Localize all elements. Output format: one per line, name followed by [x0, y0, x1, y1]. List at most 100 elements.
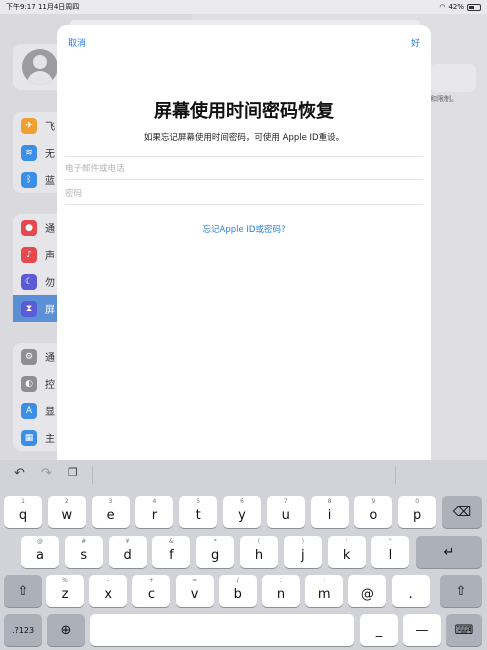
key-x[interactable]: -x — [89, 575, 128, 607]
key-hint: " — [389, 538, 392, 545]
key-m[interactable]: :m — [305, 575, 344, 607]
key-z[interactable]: % z — [46, 575, 84, 607]
key-period[interactable]: . — [391, 575, 430, 607]
key-j[interactable]: ) j — [283, 536, 322, 568]
key-h[interactable]: (h — [240, 536, 278, 568]
sidebar-item[interactable]: ♪ 声 — [13, 241, 63, 268]
forgot-apple-id-link[interactable]: 忘记Apple ID或密码? — [57, 223, 431, 235]
sidebar-item-label: 飞 — [45, 122, 55, 133]
password-field[interactable]: 密码 — [65, 181, 423, 205]
sheet-title: 屏幕使用时间密码恢复 — [154, 101, 334, 122]
sidebar-item-label: 屏 — [45, 305, 55, 316]
key-f[interactable]: & f — [152, 536, 191, 568]
paste-icon[interactable]: ❐ — [68, 466, 78, 479]
key-w[interactable]: 2w — [47, 496, 86, 528]
key-hint: / — [236, 577, 239, 584]
key-label: f — [169, 547, 174, 563]
key-hint: 9 — [371, 498, 376, 505]
undo-icon[interactable]: ↶ — [14, 466, 25, 481]
key-label: ↵ — [443, 544, 455, 560]
key-label: c — [147, 586, 155, 602]
key-q[interactable]: 1q — [4, 496, 42, 528]
key-k[interactable]: ' k — [327, 536, 366, 568]
key-hint: 3 — [108, 498, 113, 505]
settings-group-notifications: ● 通 ♪ 声 ☾ 勿 ⧗ 屏 — [13, 214, 63, 322]
key-a[interactable]: @ a — [21, 536, 59, 568]
key-label: — — [415, 622, 429, 638]
sidebar-item[interactable]: ✈ 飞 — [13, 112, 63, 139]
sidebar-item[interactable]: ▦ 主 — [13, 424, 63, 451]
redo-icon[interactable]: ↷ — [41, 466, 52, 481]
key-d[interactable]: ¥ d — [108, 536, 147, 568]
sidebar-item[interactable]: ◐ 控 — [13, 370, 63, 397]
apple-id-field[interactable]: 电子邮件或电话 — [65, 156, 423, 180]
key-label: k — [342, 547, 351, 563]
ok-button[interactable]: 好 — [411, 36, 420, 49]
battery-icon — [467, 3, 481, 11]
key-p[interactable]: 0p — [398, 496, 437, 528]
space-key[interactable] — [90, 614, 354, 646]
key-o[interactable]: 9o — [354, 496, 393, 528]
settings-group-general: ⚙ 通 ◐ 控 A 显 ▦ 主 — [13, 343, 63, 451]
key-s[interactable]: # s — [64, 536, 103, 568]
key-l[interactable]: " l — [371, 536, 410, 568]
key-v[interactable]: = v — [175, 575, 214, 607]
key-hint: - — [107, 577, 110, 584]
notification-icon: ● — [21, 219, 37, 236]
key-r[interactable]: 4r — [135, 496, 174, 528]
key-label: j — [300, 547, 305, 563]
key-b[interactable]: / b — [218, 575, 257, 607]
key-at[interactable]: @ — [348, 575, 387, 607]
shift-key-right[interactable]: ⇧ — [440, 575, 482, 607]
delete-key[interactable]: ⌫ — [442, 496, 482, 528]
key-hint: 4 — [152, 498, 157, 505]
cancel-button[interactable]: 取消 — [68, 36, 86, 49]
key-u[interactable]: 7u — [266, 496, 305, 528]
sidebar-item[interactable]: ⚙ 通 — [13, 343, 63, 370]
hide-keyboard-icon[interactable]: ⌨ — [446, 614, 482, 646]
status-time: 下午9:17 11月4日周四 — [6, 3, 80, 11]
home-grid-icon: ▦ — [21, 429, 37, 446]
key-label: b — [233, 586, 242, 602]
key-hint: ¥ — [125, 538, 130, 545]
keyboard-toolbar: ↶ ↷ ❐ — [0, 460, 487, 490]
sidebar-item-label: 无 — [45, 149, 55, 160]
sidebar-item[interactable]: ☾ 勿 — [13, 268, 63, 295]
sidebar-item-label: 通 — [45, 224, 55, 235]
key-label: y — [238, 507, 246, 523]
key-label: d — [123, 547, 132, 563]
key-i[interactable]: 8i — [310, 496, 349, 528]
shift-key-left[interactable]: ⇧ — [4, 575, 42, 607]
display-icon: A — [21, 402, 37, 419]
key-c[interactable]: + c — [132, 575, 171, 607]
sidebar-item[interactable]: ≋ 无 — [13, 139, 63, 166]
key-label: ⌫ — [452, 504, 472, 520]
key-g[interactable]: * g — [196, 536, 235, 568]
key-e[interactable]: 3e — [91, 496, 130, 528]
key-hint: 5 — [196, 498, 201, 505]
background-detail-card — [430, 64, 476, 92]
key-hint: ) — [301, 538, 304, 545]
sidebar-item[interactable]: ⧗ 屏 — [13, 295, 63, 322]
wifi-icon: ≋ — [21, 144, 37, 161]
screen-time-recovery-sheet: 取消 好 屏幕使用时间密码恢复 如果忘记屏幕使用时间密码，可使用 Apple I… — [57, 25, 431, 460]
sidebar-item[interactable]: A显 — [13, 397, 63, 424]
key-n[interactable]: ; n — [262, 575, 300, 607]
status-bar: 下午9:17 11月4日周四 ◠ 42% — [0, 0, 487, 14]
moon-icon: ☾ — [21, 273, 37, 290]
key-label: z — [61, 586, 69, 602]
sidebar-item[interactable]: ● 通 — [13, 214, 63, 241]
key-t[interactable]: 5t — [179, 496, 218, 528]
airplane-icon: ✈ — [21, 117, 37, 134]
gear-icon: ⚙ — [21, 348, 37, 365]
key-underscore[interactable]: _ — [360, 614, 398, 646]
key-y[interactable]: 6y — [223, 496, 261, 528]
sidebar-item[interactable]: ᛒ蓝 — [13, 166, 63, 193]
key-hint: & — [169, 538, 174, 545]
globe-icon[interactable]: ⊕ — [47, 614, 85, 646]
key-label: q — [18, 507, 28, 523]
return-key[interactable]: ↵ — [416, 536, 482, 568]
key-hint: ( — [257, 538, 261, 545]
numbers-key[interactable]: .?123 — [4, 614, 42, 646]
key-dash[interactable]: — — [403, 614, 441, 646]
